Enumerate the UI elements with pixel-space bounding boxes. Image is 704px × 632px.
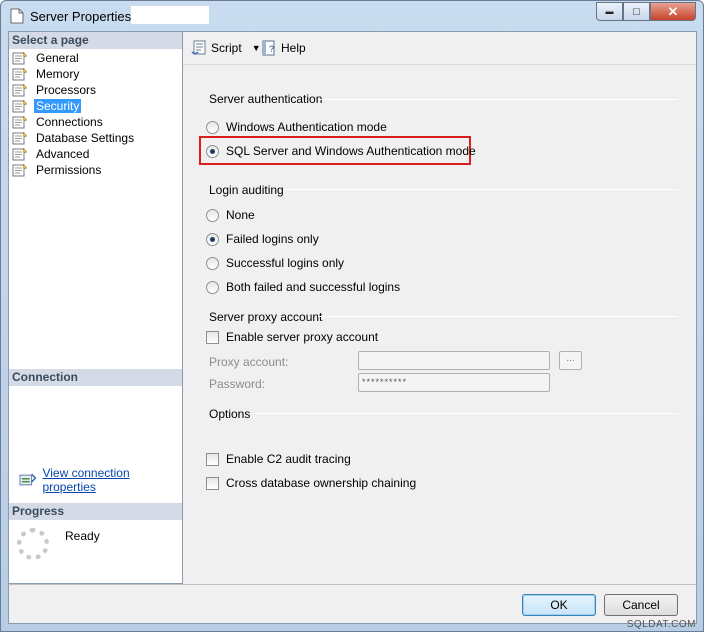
page-icon xyxy=(12,99,28,113)
server-authentication-title: Server authentication xyxy=(209,92,323,106)
minimize-icon: ▬ xyxy=(605,7,614,16)
page-icon xyxy=(12,163,28,177)
page-item-general[interactable]: General xyxy=(12,50,81,66)
audit-both-label: Both failed and successful logins xyxy=(226,280,401,294)
enable-proxy-label: Enable server proxy account xyxy=(226,330,379,344)
page-item-label: Memory xyxy=(36,67,80,81)
page-item-label: Processors xyxy=(36,83,97,97)
close-button[interactable]: ✕ xyxy=(650,2,696,21)
page-item-advanced[interactable]: Advanced xyxy=(12,146,91,162)
audit-none-label: None xyxy=(226,208,255,222)
page-icon xyxy=(12,67,28,81)
audit-none-radio[interactable]: None xyxy=(206,208,255,222)
enable-proxy-checkbox[interactable]: Enable server proxy account xyxy=(206,330,378,344)
mixed-auth-radio[interactable]: SQL Server and Windows Authentication mo… xyxy=(206,144,476,158)
progress-spinner-icon xyxy=(17,528,49,560)
close-icon: ✕ xyxy=(667,3,679,19)
page-item-label: Connections xyxy=(36,115,103,129)
divider xyxy=(283,189,678,190)
toolbar: Script ▼ ? Help xyxy=(183,32,696,65)
progress-row: Ready xyxy=(17,528,100,560)
radio-button-selected[interactable] xyxy=(206,232,219,246)
cancel-button[interactable]: Cancel xyxy=(604,594,678,616)
page-icon xyxy=(12,51,28,65)
server-proxy-account-title: Server proxy account xyxy=(209,310,323,324)
maximize-button[interactable]: □ xyxy=(623,2,650,21)
minimize-button[interactable]: ▬ xyxy=(596,2,623,21)
audit-both-radio[interactable]: Both failed and successful logins xyxy=(206,280,400,294)
radio-button[interactable] xyxy=(206,280,219,294)
script-icon xyxy=(191,40,206,55)
browse-proxy-button[interactable]: ... xyxy=(559,351,582,370)
svg-text:?: ? xyxy=(269,44,274,54)
radio-button[interactable] xyxy=(206,120,219,134)
title-bar[interactable]: Server Properties - ▬ □ ✕ xyxy=(1,1,703,31)
windows-auth-label: Windows Authentication mode xyxy=(226,120,387,134)
window-title: Server Properties - xyxy=(30,9,140,24)
right-pane: Script ▼ ? Help Server authentication Wi… xyxy=(183,31,697,584)
checkbox[interactable] xyxy=(206,476,219,490)
checkbox[interactable] xyxy=(206,330,219,344)
audit-successful-radio[interactable]: Successful logins only xyxy=(206,256,344,270)
connection-link-label: View connection properties xyxy=(42,466,130,494)
page-icon xyxy=(12,115,28,129)
progress-status: Ready xyxy=(65,529,100,543)
radio-button[interactable] xyxy=(206,256,219,270)
c2-audit-label: Enable C2 audit tracing xyxy=(226,452,351,466)
page-icon xyxy=(12,131,28,145)
page-item-processors[interactable]: Processors xyxy=(12,82,98,98)
page-item-connections[interactable]: Connections xyxy=(12,114,105,130)
script-button[interactable]: Script ▼ xyxy=(191,40,261,56)
view-connection-properties-link[interactable]: View connection properties xyxy=(19,466,182,494)
server-name-redacted xyxy=(131,6,209,24)
help-icon: ? xyxy=(262,40,275,56)
page-item-label: Permissions xyxy=(36,163,102,177)
divider xyxy=(253,413,678,414)
dialog-button-bar: OK Cancel xyxy=(8,584,697,624)
help-label: Help xyxy=(281,41,306,55)
audit-failed-label: Failed logins only xyxy=(226,232,319,246)
page-item-label: Security xyxy=(34,99,82,113)
page-item-label: Advanced xyxy=(36,147,90,161)
page-item-label: Database Settings xyxy=(36,131,135,145)
radio-button-selected[interactable] xyxy=(206,144,219,158)
document-icon xyxy=(10,8,24,24)
maximize-icon: □ xyxy=(633,5,640,18)
left-pane: Select a page General Memory Processors Sec… xyxy=(8,31,183,584)
login-auditing-title: Login auditing xyxy=(209,183,284,197)
audit-failed-radio[interactable]: Failed logins only xyxy=(206,232,319,246)
script-label: Script xyxy=(211,41,242,55)
page-item-permissions[interactable]: Permissions xyxy=(12,162,103,178)
windows-auth-radio[interactable]: Windows Authentication mode xyxy=(206,120,387,134)
connection-properties-icon xyxy=(19,473,37,486)
password-label: Password: xyxy=(209,377,266,391)
page-icon xyxy=(12,83,28,97)
page-item-memory[interactable]: Memory xyxy=(12,66,81,82)
radio-button[interactable] xyxy=(206,208,219,222)
page-item-database-settings[interactable]: Database Settings xyxy=(12,130,136,146)
help-button[interactable]: ? Help xyxy=(261,40,306,56)
cross-db-chaining-checkbox[interactable]: Cross database ownership chaining xyxy=(206,476,416,490)
progress-header: Progress xyxy=(9,503,182,520)
cross-db-chaining-label: Cross database ownership chaining xyxy=(226,476,417,490)
audit-successful-label: Successful logins only xyxy=(226,256,345,270)
divider xyxy=(318,316,678,317)
divider xyxy=(318,99,678,100)
page-item-security[interactable]: Security xyxy=(12,98,82,114)
proxy-account-label: Proxy account: xyxy=(209,355,289,369)
select-a-page-header: Select a page xyxy=(9,32,182,49)
proxy-account-field[interactable] xyxy=(358,351,550,370)
ok-button[interactable]: OK xyxy=(522,594,596,616)
password-field[interactable]: ********** xyxy=(358,373,550,392)
mixed-auth-label: SQL Server and Windows Authentication mo… xyxy=(226,144,476,158)
script-dropdown-arrow-icon[interactable]: ▼ xyxy=(252,43,261,53)
c2-audit-checkbox[interactable]: Enable C2 audit tracing xyxy=(206,452,351,466)
connection-header: Connection xyxy=(9,369,182,386)
watermark: SQLDAT.COM xyxy=(626,619,696,630)
options-title: Options xyxy=(209,407,251,421)
checkbox[interactable] xyxy=(206,452,219,466)
page-item-label: General xyxy=(36,51,79,65)
page-icon xyxy=(12,147,28,161)
security-page-content: Server authentication Windows Authentica… xyxy=(183,66,696,584)
